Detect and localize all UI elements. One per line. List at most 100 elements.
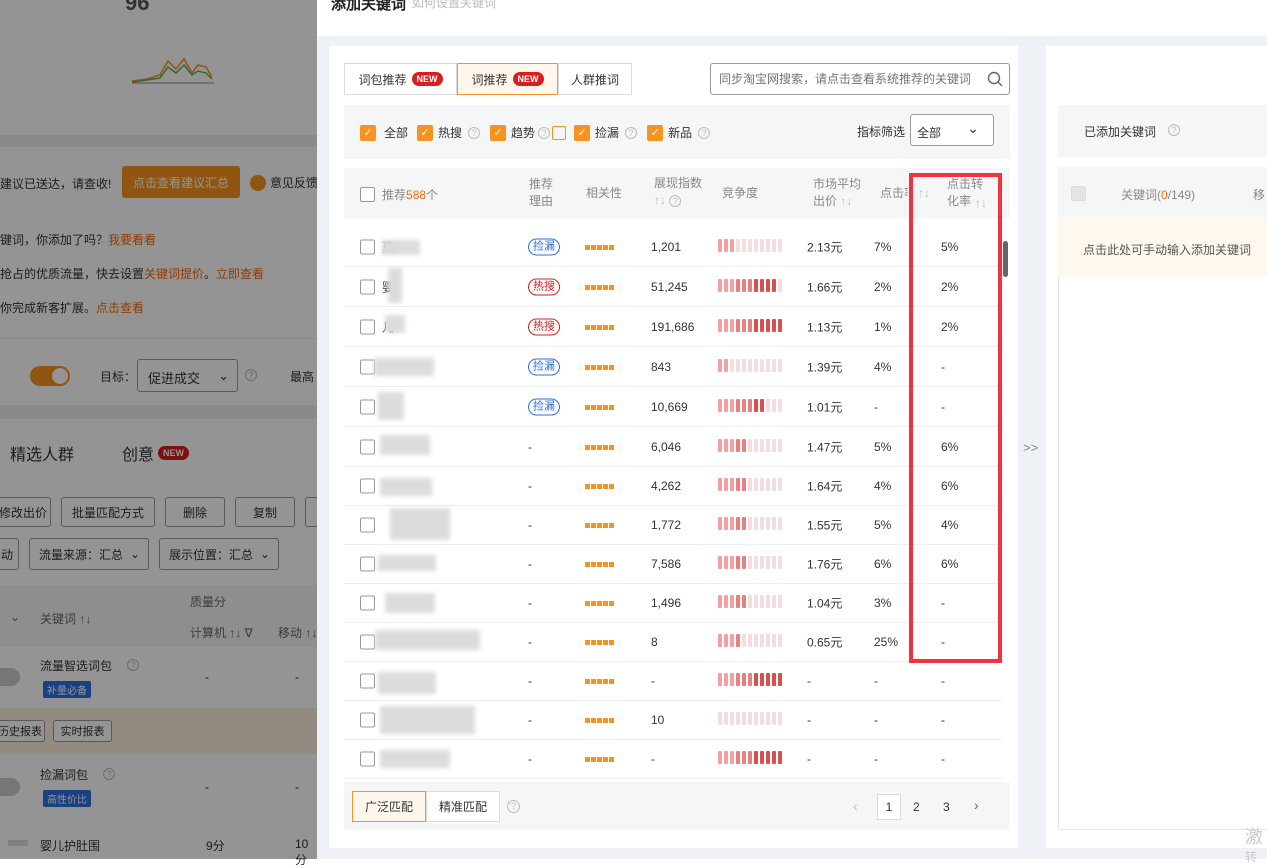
page-1[interactable]: 1 — [877, 794, 901, 820]
impressions-value: 1,496 — [651, 596, 681, 610]
row-checkbox[interactable] — [360, 400, 375, 415]
next-page-icon[interactable]: › — [974, 797, 979, 813]
table-row: 捡漏 843 1.39元 4% - — [344, 348, 1002, 387]
blurred-keyword — [380, 750, 450, 768]
tab-package-recommend[interactable]: 词包推荐NEW — [344, 63, 457, 95]
keyword-search[interactable] — [710, 63, 1010, 95]
blurred-keyword — [378, 555, 436, 571]
ctr-value: - — [874, 674, 878, 688]
help-icon: ? — [1168, 124, 1180, 136]
exact-match-button[interactable]: 精准匹配 — [426, 791, 500, 822]
relevance-bar — [585, 678, 615, 684]
filter-label: 捡漏 — [595, 124, 619, 141]
ctr-value: 25% — [874, 635, 898, 649]
checkbox-all[interactable]: ✓ — [360, 125, 376, 141]
filter-checkboxes: ✓全部 ✓热搜? ✓趋势? ✓捡漏? ✓新品? — [360, 124, 710, 141]
blurred-keyword — [380, 478, 432, 496]
impressions-value: 8 — [651, 635, 658, 649]
col-ctr[interactable]: 点击率 — [880, 185, 908, 202]
table-scrollbar[interactable] — [1003, 241, 1008, 277]
avg-price-value: 1.47元 — [807, 439, 842, 456]
filter-label: 趋势 — [511, 124, 535, 141]
competition-bar — [718, 399, 784, 415]
manual-add-area[interactable]: 点击此处可手动输入添加关键词 — [1058, 217, 1267, 277]
page-3[interactable]: 3 — [943, 800, 950, 814]
table-row: - 1,496 1.04元 3% - — [344, 584, 1002, 623]
relevance-bar — [585, 404, 615, 410]
modal-title: 添加关键词 — [331, 0, 406, 14]
relevance-bar — [585, 756, 615, 762]
recommend-tabs: 词包推荐NEW 词推荐NEW 人群推词 — [344, 63, 632, 95]
impressions-value: - — [651, 752, 655, 766]
select-all[interactable]: 推荐588个 — [360, 186, 438, 203]
competition-bar — [718, 279, 784, 295]
reason-dash: - — [528, 557, 532, 571]
row-checkbox[interactable] — [360, 713, 375, 728]
row-checkbox[interactable] — [360, 360, 375, 375]
row-checkbox[interactable] — [360, 596, 375, 611]
row-checkbox[interactable] — [360, 320, 375, 335]
added-select-all[interactable] — [1071, 186, 1086, 201]
row-checkbox[interactable] — [360, 440, 375, 455]
table-row: 儿 热搜 191,686 1.13元 1% 2% — [344, 308, 1002, 347]
added-col-move: 移 — [1253, 186, 1265, 203]
watermark: 转 — [1245, 848, 1257, 865]
help-link[interactable]: 如何设置关键词 — [412, 0, 496, 11]
col-impressions[interactable]: 展现指数↑↓ ? — [654, 175, 702, 209]
added-col-keyword: 关键词(0/149) — [1121, 186, 1195, 203]
broad-match-button[interactable]: 广泛匹配 — [352, 791, 426, 822]
metric-filter-select[interactable]: 全部⌄ — [910, 114, 994, 146]
checkbox-new[interactable]: ✓ — [647, 125, 663, 141]
filter-label: 热搜 — [438, 124, 462, 141]
note-icon[interactable] — [552, 126, 566, 140]
checkbox-pickup[interactable]: ✓ — [574, 125, 590, 141]
ctr-value: 2% — [874, 280, 891, 294]
modal-overlay[interactable] — [0, 0, 317, 859]
tab-word-recommend[interactable]: 词推荐NEW — [457, 63, 558, 95]
cvr-value: - — [941, 752, 945, 766]
help-icon: ? — [625, 127, 637, 139]
competition-bar — [718, 556, 784, 572]
relevance-bar — [585, 364, 615, 370]
reason-tag: 热搜 — [528, 279, 560, 296]
row-checkbox[interactable] — [360, 635, 375, 650]
relevance-bar — [585, 244, 615, 250]
relevance-bar — [585, 717, 615, 723]
filter-label: 新品 — [668, 124, 692, 141]
transfer-arrow[interactable]: >> — [1023, 440, 1038, 455]
competition-bar — [718, 712, 784, 728]
row-checkbox[interactable] — [360, 674, 375, 689]
search-icon[interactable] — [987, 71, 1003, 87]
col-avg-price[interactable]: 市场平均 出价 ↑↓ — [813, 176, 861, 210]
row-checkbox[interactable] — [360, 557, 375, 572]
tab-people-recommend[interactable]: 人群推词 — [558, 63, 632, 95]
competition-bar — [718, 478, 784, 494]
prev-page-icon[interactable]: ‹ — [853, 798, 858, 814]
row-checkbox[interactable] — [360, 752, 375, 767]
checkbox-hot[interactable]: ✓ — [417, 125, 433, 141]
checkbox-trend[interactable]: ✓ — [490, 125, 506, 141]
page-2[interactable]: 2 — [913, 800, 920, 814]
search-input[interactable] — [719, 65, 987, 93]
competition-bar — [718, 751, 784, 767]
ctr-value: 5% — [874, 518, 891, 532]
avg-price-value: 2.13元 — [807, 239, 842, 256]
impressions-value: 6,046 — [651, 440, 681, 454]
row-checkbox[interactable] — [360, 240, 375, 255]
blurred-keyword — [385, 315, 405, 333]
relevance-bar — [585, 284, 615, 290]
row-checkbox[interactable] — [360, 479, 375, 494]
ctr-value: 7% — [874, 240, 891, 254]
reason-dash: - — [528, 713, 532, 727]
highlight-box — [909, 173, 1002, 663]
help-icon: ? — [507, 800, 520, 813]
avg-price-value: 1.01元 — [807, 399, 842, 416]
competition-bar — [718, 319, 784, 335]
impressions-value: 4,262 — [651, 479, 681, 493]
avg-price-value: 1.04元 — [807, 595, 842, 612]
watermark: 激 — [1245, 823, 1263, 849]
table-row: 婴 热搜 51,245 1.66元 2% 2% — [344, 268, 1002, 307]
row-checkbox[interactable] — [360, 518, 375, 533]
impressions-value: - — [651, 674, 655, 688]
row-checkbox[interactable] — [360, 280, 375, 295]
